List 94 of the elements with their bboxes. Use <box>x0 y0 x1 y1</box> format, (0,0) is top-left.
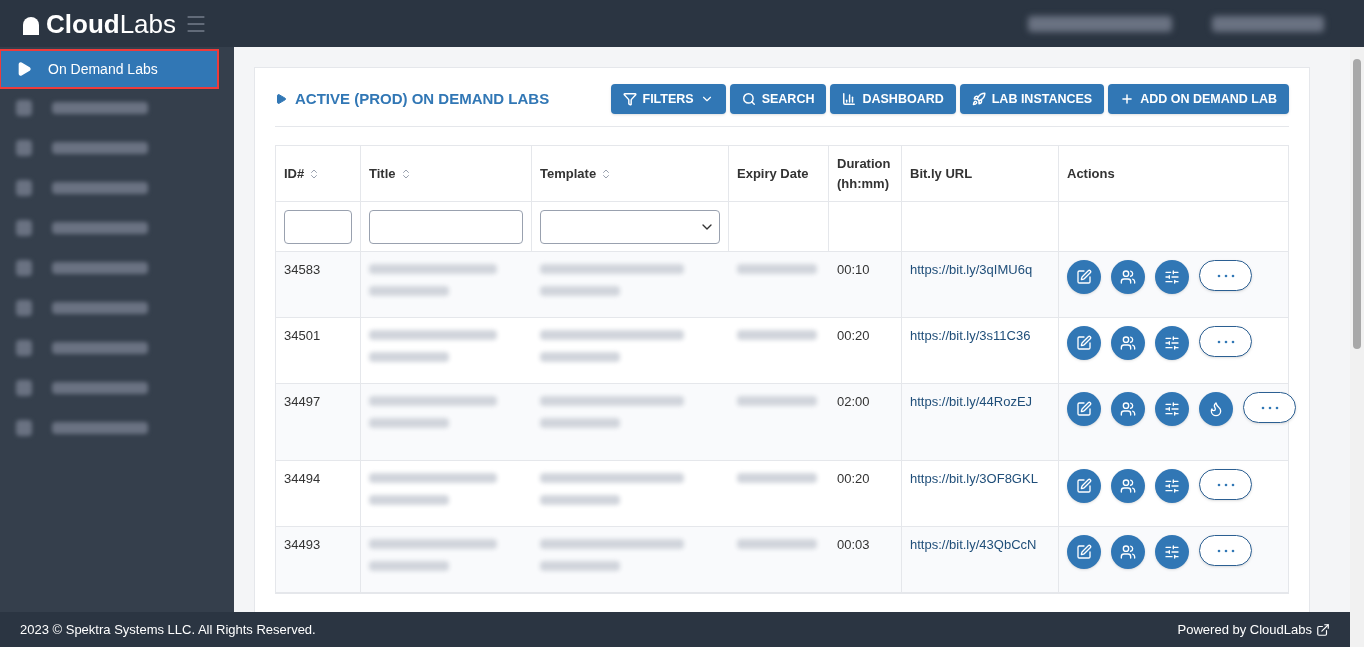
filter-input[interactable] <box>284 209 352 244</box>
edit-button[interactable] <box>1067 260 1101 294</box>
more-button[interactable] <box>1199 326 1252 357</box>
table-cell: 34501 <box>284 328 321 343</box>
url-link[interactable]: https://bit.ly/43QbCcN <box>910 537 1037 552</box>
column-header: Bit.ly URL <box>910 164 973 183</box>
logo: CloudLabs <box>46 10 177 37</box>
blurred-icon <box>16 380 32 396</box>
powered-by-link[interactable]: Powered by CloudLabs <box>1177 619 1330 640</box>
table-cell: 00:10 <box>837 262 870 277</box>
url-link[interactable]: https://bit.ly/44RozEJ <box>910 394 1033 409</box>
flame-button[interactable] <box>1199 392 1233 426</box>
toolbar-button[interactable]: DASHBOARD <box>830 84 956 114</box>
edit-icon <box>1076 269 1092 285</box>
edit-button[interactable] <box>1067 326 1101 360</box>
column-header: Actions <box>1067 164 1115 183</box>
url-link[interactable]: https://bit.ly/3qIMU6q <box>910 262 1033 277</box>
copyright-text: 2023 © Spektra Systems LLC. All Rights Reserved. <box>20 620 316 639</box>
column-header[interactable]: Title <box>369 163 412 184</box>
column-header: Duration (hh:mm) <box>837 154 892 193</box>
users-button[interactable] <box>1111 260 1145 294</box>
sliders-button[interactable] <box>1155 260 1189 294</box>
toolbar-button[interactable]: ADD ON DEMAND LAB <box>1108 84 1289 114</box>
filter-icon <box>622 92 637 106</box>
blurred-icon <box>16 420 32 436</box>
blurred-icon <box>16 340 32 356</box>
ellipsis-icon <box>1215 483 1236 488</box>
column-header[interactable]: Template <box>540 163 613 184</box>
sliders-icon <box>1164 401 1180 417</box>
more-button[interactable] <box>1199 469 1252 500</box>
users-icon <box>1120 478 1136 494</box>
users-icon <box>1120 401 1136 417</box>
column-header[interactable]: ID# <box>284 163 321 184</box>
blurred-icon <box>16 140 32 156</box>
search-icon <box>741 92 756 106</box>
play-icon <box>275 93 287 105</box>
users-button[interactable] <box>1111 469 1145 503</box>
toolbar-button[interactable]: LAB INSTANCES <box>959 84 1105 114</box>
add-icon <box>1120 92 1135 106</box>
rocket-icon <box>971 92 986 106</box>
ellipsis-icon <box>1215 549 1236 554</box>
url-link[interactable]: https://bit.ly/3s11C36 <box>910 328 1031 343</box>
page-title: ACTIVE (PROD) ON DEMAND LABS <box>295 88 550 109</box>
table-cell: 34494 <box>284 471 321 486</box>
filter-input[interactable] <box>369 209 523 244</box>
edit-icon <box>1076 401 1092 417</box>
sliders-button[interactable] <box>1155 392 1189 426</box>
sliders-button[interactable] <box>1155 535 1189 569</box>
table-cell: 34583 <box>284 262 321 277</box>
table-cell: 02:00 <box>837 394 870 409</box>
toolbar-button[interactable]: SEARCH <box>729 84 827 114</box>
users-icon <box>1120 335 1136 351</box>
play-icon <box>16 61 32 77</box>
flame-icon <box>1208 401 1224 417</box>
table-cell: 00:03 <box>837 537 870 552</box>
ellipsis-icon <box>1215 340 1236 345</box>
sliders-icon <box>1164 544 1180 560</box>
table-cell: 00:20 <box>837 471 870 486</box>
more-button[interactable] <box>1199 535 1252 566</box>
users-button[interactable] <box>1111 392 1145 426</box>
column-header: Expiry Date <box>737 164 809 183</box>
blurred-icon <box>16 180 32 196</box>
sliders-button[interactable] <box>1155 469 1189 503</box>
more-button[interactable] <box>1243 392 1296 423</box>
filter-select[interactable] <box>540 209 720 244</box>
ellipsis-icon <box>1215 274 1236 279</box>
users-button[interactable] <box>1111 326 1145 360</box>
users-button[interactable] <box>1111 535 1145 569</box>
ellipsis-icon <box>1259 406 1280 411</box>
users-icon <box>1120 544 1136 560</box>
sliders-icon <box>1164 478 1180 494</box>
edit-icon <box>1076 478 1092 494</box>
edit-button[interactable] <box>1067 392 1101 426</box>
blurred-icon <box>16 300 32 316</box>
edit-button[interactable] <box>1067 535 1101 569</box>
sidebar-item[interactable]: On Demand Labs <box>0 50 218 88</box>
blurred-icon <box>16 260 32 276</box>
table-cell: 34497 <box>284 394 321 409</box>
edit-icon <box>1076 335 1092 351</box>
edit-button[interactable] <box>1067 469 1101 503</box>
table-cell: 00:20 <box>837 328 870 343</box>
blurred-icon <box>16 220 32 236</box>
url-link[interactable]: https://bit.ly/3OF8GKL <box>910 471 1038 486</box>
users-icon <box>1120 269 1136 285</box>
edit-icon <box>1076 544 1092 560</box>
sliders-icon <box>1164 335 1180 351</box>
toolbar-button[interactable]: FILTERS <box>610 84 726 114</box>
dashboard-icon <box>842 92 857 106</box>
more-button[interactable] <box>1199 260 1252 291</box>
blurred-icon <box>16 100 32 116</box>
table-cell: 34493 <box>284 537 321 552</box>
external-link-icon <box>1316 622 1330 637</box>
sliders-icon <box>1164 269 1180 285</box>
sliders-button[interactable] <box>1155 326 1189 360</box>
